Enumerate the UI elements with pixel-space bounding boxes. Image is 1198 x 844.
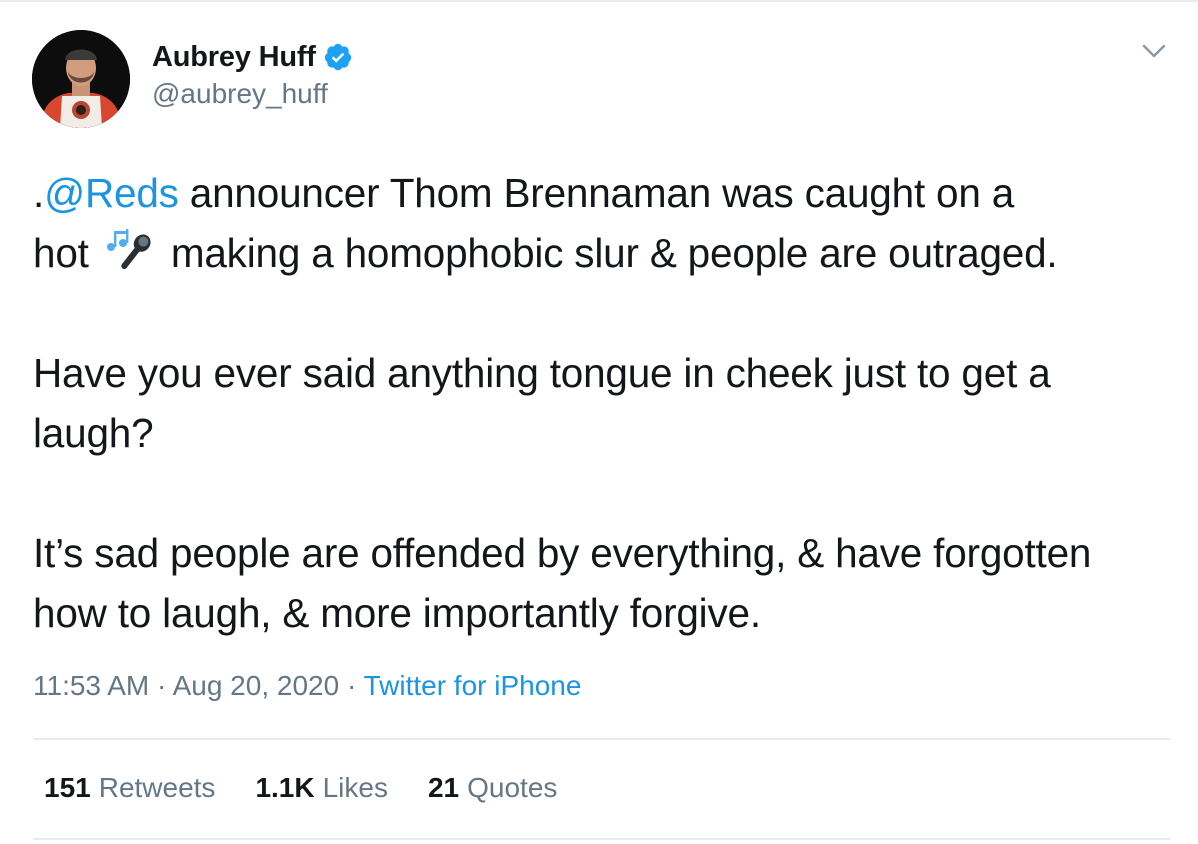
retweets-stat[interactable]: 151 Retweets xyxy=(44,772,215,804)
quotes-stat[interactable]: 21 Quotes xyxy=(428,772,557,804)
tweet-text-line2-start: hot xyxy=(33,230,100,276)
retweets-count: 151 xyxy=(44,772,91,803)
tweet-card: Aubrey Huff @aubrey_huff .@Reds announce… xyxy=(0,0,1198,844)
divider xyxy=(33,838,1170,840)
likes-stat[interactable]: 1.1K Likes xyxy=(255,772,388,804)
tweet-paragraph-1: .@Reds announcer Thom Brennaman was caug… xyxy=(33,163,1173,283)
microphone-music-icon xyxy=(104,225,156,273)
retweets-label: Retweets xyxy=(98,772,216,803)
author-name-row: Aubrey Huff xyxy=(152,40,353,74)
tweet-date[interactable]: Aug 20, 2020 xyxy=(173,670,340,701)
tweet-stats: 151 Retweets 1.1K Likes 21 Quotes xyxy=(44,772,597,804)
tweet-source-link[interactable]: Twitter for iPhone xyxy=(364,670,582,701)
tweet-text-line1: announcer Thom Brennaman was caught on a xyxy=(178,170,1015,216)
meta-separator: · xyxy=(339,670,364,701)
tweet-text-line2-end: making a homophobic slur & people are ou… xyxy=(159,230,1058,276)
tweet-time[interactable]: 11:53 AM xyxy=(33,670,149,701)
mention-link[interactable]: @Reds xyxy=(44,170,179,216)
tweet-text-prefix: . xyxy=(33,170,45,216)
author-handle[interactable]: @aubrey_huff xyxy=(152,78,328,110)
likes-label: Likes xyxy=(322,772,388,803)
divider xyxy=(33,738,1170,740)
verified-badge-icon xyxy=(323,42,353,72)
meta-separator: · xyxy=(149,670,173,701)
tweet-text: .@Reds announcer Thom Brennaman was caug… xyxy=(33,163,1173,643)
tweet-paragraph-2: Have you ever said anything tongue in ch… xyxy=(33,350,1051,456)
tweet-paragraph-3: It’s sad people are offended by everythi… xyxy=(33,530,1092,636)
tweet-meta: 11:53 AM · Aug 20, 2020 · Twitter for iP… xyxy=(33,670,581,702)
likes-count: 1.1K xyxy=(255,772,315,803)
chevron-down-icon[interactable] xyxy=(1140,40,1168,62)
quotes-label: Quotes xyxy=(467,772,558,803)
quotes-count: 21 xyxy=(427,772,460,803)
author-name[interactable]: Aubrey Huff xyxy=(152,41,316,74)
avatar[interactable] xyxy=(32,30,130,128)
